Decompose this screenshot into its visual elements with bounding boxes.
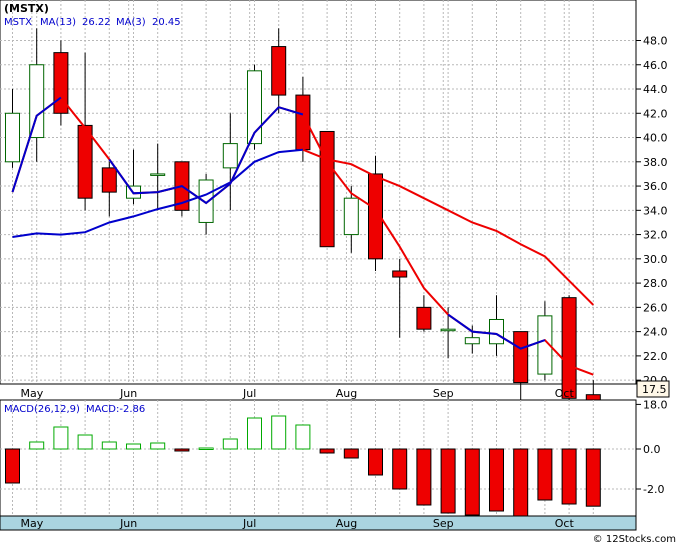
macd-bar-negative (416, 448, 432, 506)
macd-bar-negative (343, 448, 359, 459)
macd-x-tick-label: Oct (555, 517, 575, 530)
macd-bar-positive (198, 447, 214, 450)
price-y-tick-label: 24.0 (643, 326, 668, 339)
macd-bar-positive (77, 434, 93, 450)
price-x-tick-label: May (20, 387, 43, 400)
macd-bar-positive (29, 441, 45, 450)
candle-up (29, 64, 45, 139)
macd-x-tick-label: Sep (433, 517, 454, 530)
macd-bar-positive (271, 415, 287, 450)
macd-bar-negative (561, 448, 577, 505)
macd-bar-positive (150, 442, 166, 450)
candle-down (319, 130, 335, 248)
candle-down (561, 297, 577, 399)
macd-bar-positive (53, 426, 69, 450)
macd-bar-positive (247, 417, 262, 450)
price-y-tick-label: 28.0 (643, 277, 668, 290)
legend-ma13-value: 26.22 (82, 17, 111, 28)
price-y-tick-label: 48.0 (643, 35, 668, 48)
macd-value-label: MACD:-2.86 (86, 404, 145, 415)
legend-ma3-label: MA(3) (116, 17, 146, 28)
candle-down (513, 331, 529, 384)
macd-y-ticks: -2.0 0.0 (636, 443, 664, 496)
candle-up (150, 173, 166, 176)
price-y-ticks: 18.020.022.024.026.028.030.032.034.036.0… (636, 35, 668, 411)
price-x-tick-label: Jun (119, 387, 137, 400)
candle-up (5, 112, 20, 163)
price-y-tick-label: 38.0 (643, 156, 668, 169)
price-x-tick-label: Sep (433, 387, 454, 400)
candle-up (440, 328, 456, 332)
macd-bar-negative (174, 448, 190, 452)
stock-chart: 18.020.022.024.026.028.030.032.034.036.0… (0, 0, 676, 545)
macd-bar-negative (5, 448, 20, 484)
macd-bar-positive (295, 424, 311, 450)
candle-down (77, 124, 93, 199)
macd-bar-negative (368, 448, 383, 476)
macd-bar-positive (101, 441, 117, 450)
macd-x-tick-label: Aug (336, 517, 357, 530)
price-y-tick-label: 34.0 (643, 204, 668, 217)
macd-x-tick-label: Jun (119, 517, 137, 530)
legend-ma13-label: MA(13) (40, 17, 76, 28)
candle-down (271, 46, 287, 96)
macd-bar-negative (319, 448, 335, 454)
price-y-tick-label: 32.0 (643, 229, 668, 242)
price-y-tick-label: 42.0 (643, 107, 668, 120)
last-price-label: 17.5 (642, 383, 667, 396)
price-y-tick-label: 36.0 (643, 180, 668, 193)
credit-text: © 12Stocks.com (593, 534, 676, 545)
candle-up (198, 179, 214, 223)
legend-ma3-value: 20.45 (152, 17, 181, 28)
macd-bar-negative (537, 448, 553, 501)
macd-bar-negative (464, 448, 480, 516)
candle-up (343, 197, 359, 236)
symbol-label: (MSTX) (4, 2, 49, 15)
macd-y-tick-label: -2.0 (643, 483, 664, 496)
price-y-tick-label: 26.0 (643, 301, 668, 314)
macd-bar-positive (222, 438, 238, 450)
macd-x-tick-label: Jul (242, 517, 256, 530)
candle-up (489, 318, 504, 345)
candle-up (222, 143, 238, 169)
candle-down (392, 270, 408, 278)
price-y-tick-label: 18.0 (643, 398, 668, 411)
macd-bar-positive (126, 443, 141, 450)
macd-bar-negative (489, 448, 504, 512)
macd-y-tick-label: 0.0 (643, 443, 661, 456)
price-y-tick-label: 40.0 (643, 132, 668, 145)
macd-bar-negative (440, 448, 456, 514)
price-x-tick-label: Aug (336, 387, 357, 400)
macd-bar-negative (585, 448, 601, 507)
price-x-ticks: May Jun Jul Aug Sep Oct (20, 387, 574, 400)
macd-title-label: MACD(26,12,9) (4, 404, 80, 415)
price-y-tick-label: 44.0 (643, 83, 668, 96)
macd-x-tick-label: May (20, 517, 43, 530)
price-x-tick-label: Jul (242, 387, 256, 400)
price-y-tick-label: 30.0 (643, 253, 668, 266)
macd-bar-negative (392, 448, 408, 490)
candle-down (416, 306, 432, 330)
price-y-tick-label: 46.0 (643, 59, 668, 72)
price-y-tick-label: 22.0 (643, 350, 668, 363)
candle-up (464, 337, 480, 345)
legend-symbol: MSTX (4, 17, 32, 28)
candle-down (101, 167, 117, 193)
macd-x-axis-band (0, 515, 637, 531)
macd-bar-negative (513, 448, 529, 518)
price-x-tick-label: Oct (555, 387, 575, 400)
